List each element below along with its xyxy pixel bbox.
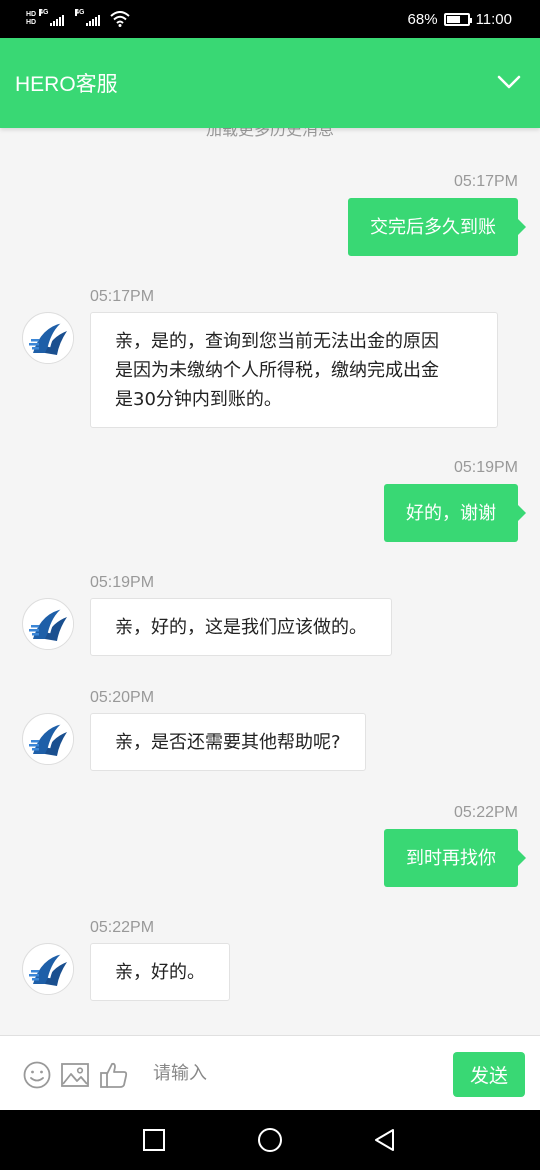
message-timestamp: 05:22PM (90, 919, 155, 936)
message-input[interactable] (137, 1052, 437, 1094)
incoming-message[interactable]: 亲，是否还需要其他帮助呢? (90, 713, 366, 771)
image-icon[interactable] (60, 1060, 90, 1090)
incoming-message[interactable]: 亲，好的。 (90, 943, 230, 1001)
agent-avatar[interactable] (22, 598, 74, 650)
message-timestamp: 05:17PM (90, 288, 155, 305)
hero-logo-icon (24, 600, 73, 649)
incoming-message[interactable]: 亲，是的，查询到您当前无法出金的原因 是因为未缴纳个人所得税，缴纳完成出金 是3… (90, 312, 498, 428)
outgoing-message[interactable]: 到时再找你 (384, 829, 526, 887)
hd-label: HD (26, 19, 37, 26)
message-timestamp: 05:19PM (453, 459, 518, 476)
signal-icon: 4G (39, 9, 65, 26)
send-button[interactable]: 发送 (453, 1052, 525, 1097)
input-bar: 发送 (0, 1035, 540, 1110)
back-icon[interactable] (372, 1127, 398, 1153)
thumbs-up-icon[interactable] (99, 1060, 129, 1090)
wifi-icon (110, 11, 130, 27)
recent-apps-icon[interactable] (141, 1127, 167, 1153)
agent-avatar[interactable] (22, 713, 74, 765)
chat-header: HERO客服 (0, 38, 540, 128)
system-nav-bar (0, 1110, 540, 1170)
hero-logo-icon (24, 314, 73, 363)
battery-percent: 68% (407, 10, 438, 28)
hd-indicator: HD HD (26, 11, 36, 27)
message-line: 亲，是的，查询到您当前无法出金的原因 (115, 331, 439, 352)
emoji-icon[interactable] (22, 1060, 52, 1090)
status-bar: HD HD 4G 4G 68% 11:00 (0, 0, 540, 38)
agent-avatar[interactable] (22, 943, 74, 995)
message-timestamp: 05:19PM (90, 574, 155, 591)
battery-icon (443, 12, 472, 26)
outgoing-message[interactable]: 好的，谢谢 (384, 484, 526, 542)
hero-logo-icon (24, 715, 73, 764)
chat-area[interactable]: 加载更多历史消息 05:17PM 交完后多久到账 05:17PM 亲，是的，查询… (0, 128, 540, 1035)
network-type-label: 4G (75, 9, 85, 16)
outgoing-message[interactable]: 交完后多久到账 (348, 198, 526, 256)
message-timestamp: 05:17PM (453, 173, 518, 190)
hero-logo-icon (24, 945, 73, 994)
clock: 11:00 (475, 10, 512, 28)
agent-avatar[interactable] (22, 312, 74, 364)
incoming-message[interactable]: 亲，好的，这是我们应该做的。 (90, 598, 392, 656)
chevron-down-icon[interactable] (496, 70, 522, 94)
message-timestamp: 05:20PM (90, 689, 155, 706)
hd-label: HD (26, 11, 37, 18)
message-line: 是因为未缴纳个人所得税，缴纳完成出金 (115, 360, 439, 381)
network-type-label: 4G (39, 9, 49, 16)
page-title: HERO客服 (15, 73, 118, 96)
signal-icon: 4G (75, 9, 101, 26)
message-line: 是30分钟内到账的。 (115, 389, 282, 410)
message-timestamp: 05:22PM (453, 804, 518, 821)
home-icon[interactable] (257, 1127, 283, 1153)
load-more-link[interactable]: 加载更多历史消息 (0, 128, 540, 140)
